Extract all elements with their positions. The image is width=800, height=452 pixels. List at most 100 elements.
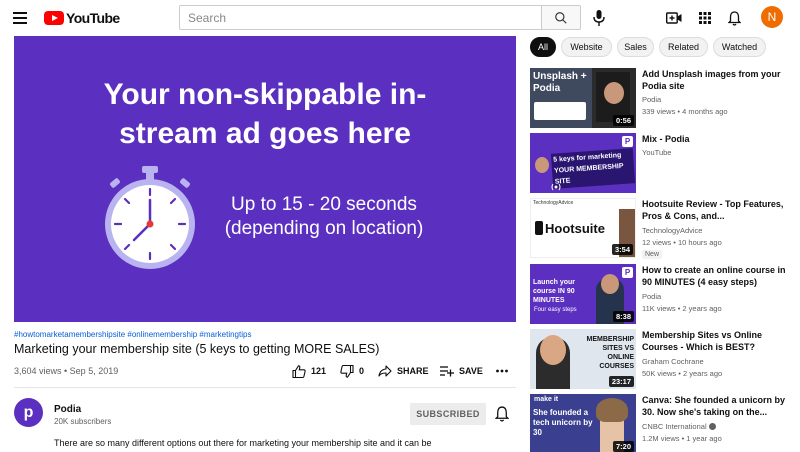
notifications-button[interactable]	[725, 9, 743, 27]
video-duration: 3:54	[611, 244, 633, 255]
channel-avatar[interactable]: p	[14, 398, 43, 427]
video-thumbnail[interactable]: make it She founded a tech unicorn by 30…	[530, 394, 636, 452]
recommendation-meta: 12 views • 10 hours ago	[642, 238, 722, 247]
recommendation-meta: 50K views • 2 years ago	[642, 369, 723, 378]
recommendation-item[interactable]: TechnologyAdvice Hootsuite 3:54 Hootsuit…	[530, 198, 800, 260]
recommendation-channel[interactable]: YouTube	[642, 148, 671, 157]
hamburger-menu-icon[interactable]	[13, 12, 27, 24]
thumbnail-label: TechnologyAdvice	[533, 200, 574, 206]
ad-duration-text: Up to 15 - 20 seconds (depending on loca…	[204, 193, 444, 241]
video-hashtags[interactable]: #howtomarketamembershipsite #onlinemembe…	[14, 330, 251, 339]
bell-icon	[727, 10, 741, 26]
thumbnail-text: Launch your course IN 90 MINUTES	[533, 279, 576, 304]
video-duration: 23:17	[608, 376, 634, 387]
recommendation-title[interactable]: How to create an online course in 90 MIN…	[642, 264, 792, 288]
recommendation-channel[interactable]: Podia	[642, 95, 661, 104]
dislike-count: 0	[359, 366, 365, 376]
ad-duration-line1: Up to 15 - 20 seconds	[231, 194, 417, 215]
recommendation-title[interactable]: Mix - Podia	[642, 133, 792, 145]
recommendation-channel-name: CNBC International	[642, 422, 707, 431]
search-icon	[555, 11, 567, 24]
logo-text: YouTube	[66, 10, 120, 26]
video-thumbnail[interactable]: Unsplash + Podia 0:56	[530, 68, 636, 128]
chip-related[interactable]: Related	[659, 37, 708, 57]
recommendation-title[interactable]: Membership Sites vs Online Courses - Whi…	[642, 329, 792, 353]
recommendation-title[interactable]: Hootsuite Review - Top Features, Pros & …	[642, 198, 792, 222]
youtube-play-icon	[44, 11, 64, 25]
mix-live-icon	[551, 183, 561, 191]
video-title: Marketing your membership site (5 keys t…	[14, 342, 380, 356]
thumbnail-subtext: Four easy steps	[534, 307, 577, 313]
channel-name[interactable]: Podia	[54, 404, 81, 415]
video-duration: 8:38	[612, 311, 634, 322]
recommendation-item[interactable]: Launch your course IN 90 MINUTES Four ea…	[530, 264, 800, 326]
thumbnail-text: Hootsuite	[545, 221, 605, 236]
ad-headline: Your non-skippable in- stream ad goes he…	[14, 75, 516, 153]
account-avatar[interactable]: N	[761, 6, 783, 28]
video-thumbnail[interactable]: MEMBERSHIP SITES VS ONLINE COURSES 23:17	[530, 329, 636, 389]
apps-button[interactable]	[696, 9, 714, 27]
video-views-date: 3,604 views • Sep 5, 2019	[14, 366, 119, 376]
chip-watched[interactable]: Watched	[713, 37, 766, 57]
search-button[interactable]	[541, 5, 581, 30]
ad-headline-line2: stream ad goes here	[119, 117, 411, 150]
chip-all[interactable]: All	[530, 37, 556, 57]
recommendation-channel[interactable]: Podia	[642, 292, 661, 301]
save-label: SAVE	[459, 366, 483, 376]
avatar-letter: N	[767, 10, 777, 24]
youtube-logo[interactable]: YouTube	[44, 10, 120, 26]
thumbs-down-icon	[340, 364, 354, 378]
new-badge: New	[642, 250, 663, 259]
playlist-add-icon	[440, 365, 454, 376]
recommendation-meta: 1.2M views • 1 year ago	[642, 434, 722, 443]
thumbnail-text: She founded a tech unicorn by 30	[533, 408, 593, 437]
dislike-button[interactable]: 0	[340, 362, 364, 380]
video-thumbnail[interactable]: Launch your course IN 90 MINUTES Four ea…	[530, 264, 636, 324]
thumbnail-text: Unsplash + Podia	[533, 71, 587, 94]
thumbs-up-icon	[292, 364, 306, 378]
stopwatch-icon	[105, 166, 195, 269]
ad-headline-line1: Your non-skippable in-	[103, 78, 427, 111]
thumbnail-brand: make it	[534, 396, 559, 403]
verified-check-icon	[708, 423, 716, 430]
recommendation-title[interactable]: Add Unsplash images from your Podia site	[642, 68, 792, 92]
microphone-icon	[593, 10, 605, 26]
ad-duration-line2: (depending on location)	[224, 218, 424, 239]
channel-avatar-letter: p	[23, 403, 34, 421]
create-video-button[interactable]	[665, 9, 683, 27]
chip-website[interactable]: Website	[561, 37, 612, 57]
video-camera-plus-icon	[666, 12, 682, 24]
channel-notification-bell-icon[interactable]	[495, 406, 509, 422]
subscribe-button[interactable]: SUBSCRIBED	[410, 403, 486, 425]
mix-thumbnail[interactable]: 5 keys for marketing YOUR MEMBERSHIP SIT…	[530, 133, 636, 193]
thumbnail-text: MEMBERSHIP SITES VS ONLINE COURSES	[586, 336, 634, 370]
voice-search-button[interactable]	[592, 9, 606, 27]
recommendation-item[interactable]: 5 keys for marketing YOUR MEMBERSHIP SIT…	[530, 133, 800, 195]
video-duration: 7:20	[612, 441, 634, 452]
recommendation-channel[interactable]: TechnologyAdvice	[642, 226, 702, 235]
search-input[interactable]	[179, 5, 542, 30]
share-arrow-icon	[378, 365, 392, 377]
save-button[interactable]: SAVE	[440, 362, 483, 380]
chip-sales[interactable]: Sales	[617, 37, 654, 57]
recommendation-meta: 339 views • 4 months ago	[642, 107, 728, 116]
recommendation-title[interactable]: Canva: She founded a unicorn by 30. Now …	[642, 394, 792, 418]
video-player[interactable]: Your non-skippable in- stream ad goes he…	[14, 36, 516, 322]
share-button[interactable]: SHARE	[378, 362, 429, 380]
recommendation-item[interactable]: make it She founded a tech unicorn by 30…	[530, 394, 800, 452]
like-button[interactable]: 121	[292, 362, 326, 380]
recommendation-item[interactable]: MEMBERSHIP SITES VS ONLINE COURSES 23:17…	[530, 329, 800, 391]
apps-grid-icon	[699, 12, 711, 24]
share-label: SHARE	[397, 366, 429, 376]
thumbnail-text: 5 keys for marketing YOUR MEMBERSHIP SIT…	[550, 148, 636, 189]
recommendation-item[interactable]: Unsplash + Podia 0:56 Add Unsplash image…	[530, 68, 800, 130]
more-actions-button[interactable]	[496, 362, 513, 380]
video-thumbnail[interactable]: TechnologyAdvice Hootsuite 3:54	[530, 198, 636, 258]
recommendation-meta: 11K views • 2 years ago	[642, 304, 722, 313]
like-count: 121	[311, 366, 327, 376]
recommendation-channel[interactable]: Graham Cochrane	[642, 357, 704, 366]
channel-subscriber-count: 20K subscribers	[54, 417, 112, 426]
recommendation-channel[interactable]: CNBC International	[642, 422, 716, 431]
top-bar: YouTube N	[0, 0, 800, 36]
video-duration: 0:56	[612, 115, 634, 126]
